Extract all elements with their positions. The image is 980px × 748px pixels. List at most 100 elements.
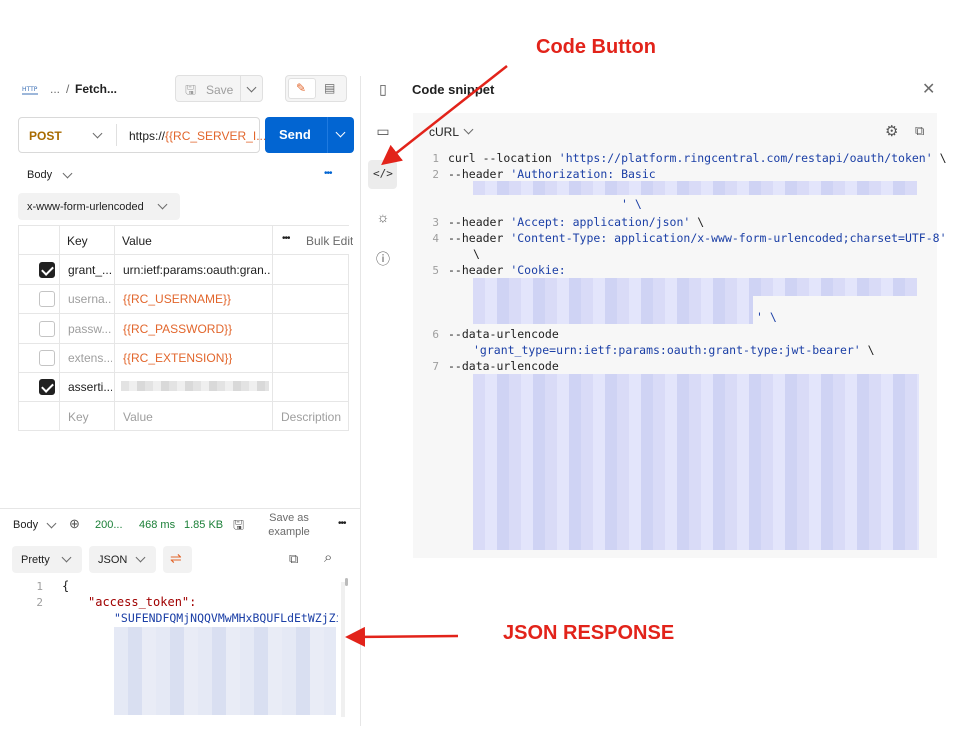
language-select[interactable]: JSON: [89, 546, 156, 573]
response-line: {: [62, 579, 70, 593]
pane-divider[interactable]: [0, 508, 360, 509]
settings-gear-icon[interactable]: ⚙: [885, 122, 898, 140]
close-icon[interactable]: ✕: [922, 79, 935, 99]
wrap-lines-button[interactable]: ⇌: [163, 546, 192, 573]
snippet-language-select[interactable]: cURL: [429, 125, 459, 139]
view-toggle[interactable]: ✎ ▤: [285, 75, 347, 102]
send-button[interactable]: Send: [265, 117, 354, 153]
language-label: JSON: [98, 554, 128, 566]
row-value[interactable]: urn:ietf:params:oauth:gran...: [123, 263, 271, 277]
edit-mode-button[interactable]: ✎: [288, 78, 316, 99]
code-line: curl --location 'https://platform.ringce…: [448, 151, 947, 165]
row-key[interactable]: asserti...: [68, 380, 112, 394]
code-line: 'grant_type=urn:ietf:params:oauth:grant-…: [473, 343, 875, 357]
status-code[interactable]: 200...: [95, 519, 123, 531]
body-tab[interactable]: Body: [27, 169, 52, 181]
response-body-chevron-icon[interactable]: [46, 518, 57, 529]
code-line: --header 'Accept: application/json' \: [448, 215, 705, 229]
save-dropdown-icon[interactable]: [246, 82, 257, 93]
new-value-placeholder[interactable]: Value: [123, 410, 153, 424]
response-time[interactable]: 468 ms: [139, 519, 175, 531]
breadcrumb-ellipsis[interactable]: ...: [50, 82, 60, 96]
copy-snippet-icon[interactable]: ⧉: [915, 123, 924, 139]
method-chevron-icon[interactable]: [92, 128, 103, 139]
col-header-key: Key: [67, 234, 88, 248]
new-description-placeholder[interactable]: Description: [281, 410, 341, 424]
response-more-icon[interactable]: •••: [338, 518, 346, 529]
http-badge-text: HTTP: [22, 86, 38, 93]
copy-response-icon[interactable]: ⧉: [289, 551, 298, 567]
save-as-example-button[interactable]: Save as example: [258, 511, 320, 539]
url-prefix: https://: [129, 129, 166, 143]
code-line: --header 'Cookie:: [448, 263, 566, 277]
encoding-select[interactable]: x-www-form-urlencoded: [18, 193, 180, 220]
row-value[interactable]: {{RC_USERNAME}}: [123, 292, 231, 306]
redacted-cookie-1: [473, 278, 917, 296]
access-token-value: "SUFENDFQMjNQQVMwMHxBQUFLdEtWZjZiRj: [114, 611, 338, 625]
row-key[interactable]: extens...: [68, 351, 112, 365]
code-line: --data-urlencode: [448, 359, 559, 373]
search-icon[interactable]: ⌕: [324, 549, 332, 566]
redacted-auth: [473, 181, 917, 195]
comments-icon[interactable]: ▭: [374, 122, 392, 140]
col-header-value: Value: [122, 234, 152, 248]
body-tab-chevron-icon[interactable]: [62, 168, 73, 179]
lightbulb-icon[interactable]: ☼: [374, 208, 392, 226]
code-line: ' \: [621, 197, 642, 211]
send-button-label: Send: [279, 127, 311, 142]
format-select[interactable]: Pretty: [12, 546, 82, 573]
network-globe-icon[interactable]: ⊕: [69, 516, 80, 532]
annotation-json-response: JSON RESPONSE: [503, 622, 675, 644]
request-title[interactable]: Fetch...: [75, 82, 117, 96]
editor-scrollbar[interactable]: [345, 578, 348, 586]
row-key[interactable]: passw...: [68, 322, 112, 336]
pencil-icon: ✎: [296, 81, 307, 95]
row-checkbox[interactable]: [39, 350, 55, 366]
row-checkbox[interactable]: [39, 291, 55, 307]
method-select[interactable]: POST: [29, 129, 62, 143]
send-dropdown-icon[interactable]: [335, 127, 346, 138]
documentation-icon[interactable]: ▯: [374, 80, 392, 98]
panel-splitter[interactable]: [360, 76, 361, 726]
bulk-edit-button[interactable]: Bulk Edit: [306, 234, 353, 248]
redacted-value: [121, 381, 269, 391]
response-body-tab[interactable]: Body: [13, 519, 38, 531]
language-chevron-icon: [135, 552, 146, 563]
code-snippet-box: cURL ⚙ ⧉ 1 curl --location 'https://plat…: [413, 113, 947, 558]
response-editor[interactable]: 1 { 2 "access_token": "SUFENDFQMjNQQVMwM…: [0, 578, 355, 738]
params-table: Key Value ••• Bulk Edit grant_... urn:ie…: [18, 225, 353, 431]
redacted-assertion: [473, 374, 919, 550]
format-label: Pretty: [21, 554, 50, 566]
save-button-label[interactable]: Save: [206, 83, 233, 97]
new-key-placeholder[interactable]: Key: [68, 410, 89, 424]
editor-scroll-track[interactable]: [341, 582, 345, 717]
url-input[interactable]: https://{{RC_SERVER_I...: [129, 129, 266, 143]
redacted-token: [114, 627, 336, 715]
wrap-icon: ⇌: [170, 550, 182, 566]
info-icon[interactable]: ⓘ: [374, 250, 392, 268]
row-checkbox[interactable]: [39, 379, 55, 395]
code-line: --data-urlencode: [448, 327, 559, 341]
response-key: "access_token":: [88, 595, 197, 609]
snippet-language-chevron-icon[interactable]: [463, 124, 474, 135]
row-value[interactable]: {{RC_EXTENSION}}: [123, 351, 232, 365]
response-size[interactable]: 1.85 KB: [184, 519, 223, 531]
body-more-icon[interactable]: •••: [324, 168, 332, 179]
row-key[interactable]: grant_...: [68, 263, 112, 277]
table-more-icon[interactable]: •••: [282, 233, 290, 244]
row-value[interactable]: {{RC_PASSWORD}}: [123, 322, 232, 336]
url-variable: {{RC_SERVER_I...: [165, 129, 267, 143]
save-icon: 🖫: [185, 82, 197, 97]
code-line: \: [473, 247, 480, 261]
line-number: 1: [36, 580, 43, 593]
save-button-group[interactable]: 🖫 Save: [175, 75, 263, 102]
code-button[interactable]: </>: [368, 160, 397, 189]
save-response-icon[interactable]: 🖫: [233, 516, 244, 538]
comment-mode-icon[interactable]: ▤: [324, 81, 335, 95]
line-number: 2: [36, 596, 43, 609]
row-checkbox[interactable]: [39, 321, 55, 337]
breadcrumb-separator: /: [66, 82, 70, 96]
code-line: --header 'Content-Type: application/x-ww…: [448, 231, 947, 245]
row-checkbox[interactable]: [39, 262, 55, 278]
row-key[interactable]: userna...: [68, 292, 112, 306]
